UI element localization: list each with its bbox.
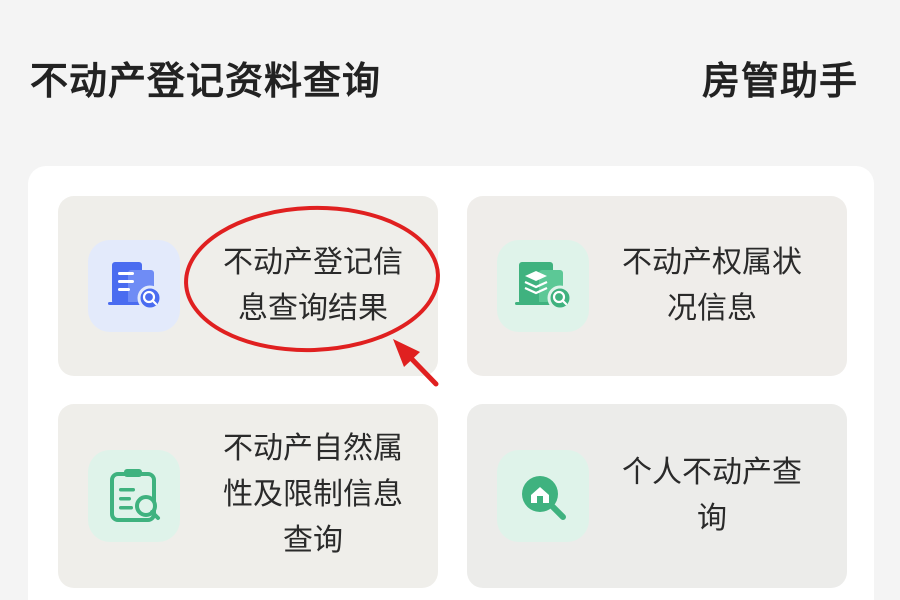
layers-document-search-icon: [497, 240, 589, 332]
clipboard-search-icon: [88, 450, 180, 542]
card-label: 不动产登记信 息查询结果: [223, 245, 403, 326]
building-document-search-icon: [88, 240, 180, 332]
card-label: 个人不动产查 询: [622, 455, 802, 536]
card-ownership-status[interactable]: 不动产权属状 况信息: [467, 196, 847, 376]
card-natural-attributes-restrictions[interactable]: 不动产自然属 性及限制信息 查询: [58, 404, 438, 588]
page-title: 不动产登记资料查询: [30, 59, 382, 103]
card-label: 不动产自然属 性及限制信息 查询: [223, 431, 403, 558]
card-label: 不动产权属状 况信息: [622, 245, 802, 326]
card-personal-property-query[interactable]: 个人不动产查 询: [467, 404, 847, 588]
brand-name: 房管助手: [701, 59, 858, 103]
card-registration-info-query[interactable]: 不动产登记信 息查询结果: [58, 196, 438, 376]
page: 不动产登记资料查询 房管助手 不动产登记信 息查询结果 不动产权属状 况信息 不…: [0, 0, 900, 600]
house-search-icon: [497, 450, 589, 542]
